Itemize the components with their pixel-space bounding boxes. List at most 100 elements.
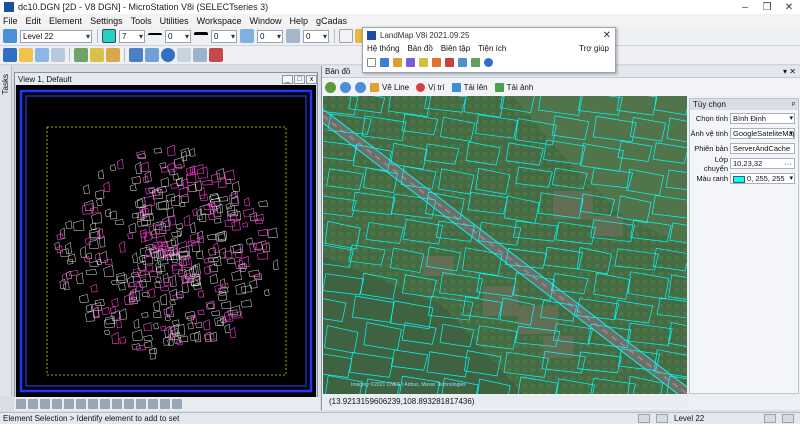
transparency-icon[interactable]: [240, 29, 254, 43]
zoom-in-icon[interactable]: [340, 81, 351, 93]
view-minimize-button[interactable]: _: [282, 74, 293, 84]
view-close-button[interactable]: x: [306, 74, 317, 84]
tuy-chon-panel: Tùy chọn ᵖ Chọn tỉnh Bình Định Ảnh vệ ti…: [689, 98, 799, 394]
settings-icon[interactable]: [419, 57, 428, 67]
transparency-combo[interactable]: 0: [257, 29, 283, 43]
globe-icon[interactable]: [380, 57, 389, 67]
tai-anh-button[interactable]: Tải ảnh: [494, 82, 533, 92]
lop-chuyen-field[interactable]: 10,23,32 ···: [730, 158, 795, 169]
parcel-outline: [171, 264, 183, 271]
grid-icon[interactable]: [406, 57, 415, 67]
view-previous-icon[interactable]: [124, 399, 134, 409]
menu-workspace[interactable]: Workspace: [197, 16, 242, 26]
layers-icon[interactable]: [432, 57, 441, 67]
parcel-outline: [94, 189, 105, 199]
new-file-icon[interactable]: [339, 29, 353, 43]
properties-icon[interactable]: [193, 48, 207, 62]
select-element-icon[interactable]: [3, 48, 17, 62]
view-next-icon[interactable]: [136, 399, 146, 409]
edit-icon[interactable]: [393, 57, 402, 67]
measure-icon[interactable]: [177, 48, 191, 62]
text-icon[interactable]: [445, 57, 454, 67]
update-view-icon[interactable]: [40, 399, 50, 409]
chon-tinh-select[interactable]: Bình Định: [730, 113, 795, 124]
landmap-close-button[interactable]: ✕: [603, 30, 611, 41]
image-icon[interactable]: [74, 48, 88, 62]
new-icon[interactable]: [367, 57, 376, 67]
view-maximize-button[interactable]: □: [294, 74, 305, 84]
vi-tri-button[interactable]: Vị trí: [416, 82, 445, 92]
menu-element[interactable]: Element: [49, 16, 82, 26]
status-cell-icon[interactable]: [764, 414, 776, 423]
toolbar-separator: [97, 29, 98, 43]
level-combo[interactable]: Level 22: [20, 29, 92, 43]
anh-ve-tinh-select[interactable]: GoogleSateliteMap: [730, 128, 795, 139]
line-weight-icon[interactable]: [194, 32, 208, 40]
style-combo[interactable]: 0: [165, 29, 191, 43]
phien-ban-field[interactable]: ServerAndCache: [730, 143, 795, 154]
table-icon[interactable]: [458, 57, 467, 67]
info-icon[interactable]: [161, 48, 175, 62]
copy-view-icon[interactable]: [148, 399, 158, 409]
window-area-icon[interactable]: [76, 399, 86, 409]
tai-len-button[interactable]: Tải lên: [451, 82, 488, 92]
landmap-menu-he-thong[interactable]: Hệ thống: [367, 44, 399, 53]
landmap-menu-tro-giup[interactable]: Trợ giúp: [579, 44, 609, 53]
pin-icon[interactable]: ▾ ✕: [783, 67, 796, 76]
landmap-menu-tien-ich[interactable]: Tiện ích: [478, 44, 506, 53]
satellite-map-view[interactable]: Imagery ©2021 CNES / Airbus, Maxar Techn…: [323, 96, 687, 394]
camera-icon[interactable]: [172, 399, 182, 409]
status-cell-icon[interactable]: [782, 414, 794, 423]
priority-combo[interactable]: 0: [303, 29, 329, 43]
ellipsis-button[interactable]: ···: [785, 159, 793, 168]
view-rotate-icon[interactable]: [35, 48, 49, 62]
view-attributes-icon[interactable]: [16, 399, 26, 409]
color-combo[interactable]: 7: [119, 29, 145, 43]
menu-utilities[interactable]: Utilities: [160, 16, 189, 26]
lock-icon[interactable]: [638, 414, 650, 423]
menu-settings[interactable]: Settings: [90, 16, 123, 26]
menu-file[interactable]: File: [3, 16, 18, 26]
menu-edit[interactable]: Edit: [26, 16, 42, 26]
priority-icon[interactable]: [286, 29, 300, 43]
pan-view-icon[interactable]: [112, 399, 122, 409]
landmap-menu-ban-do[interactable]: Bản đồ: [407, 44, 432, 53]
delete-icon[interactable]: [209, 48, 223, 62]
menu-gcadas[interactable]: gCadas: [316, 16, 347, 26]
ve-line-button[interactable]: Vẽ Line: [370, 82, 409, 92]
fit-view-icon[interactable]: [88, 399, 98, 409]
line-style-icon[interactable]: [148, 33, 162, 39]
minimize-button[interactable]: –: [734, 2, 756, 13]
menu-help[interactable]: Help: [290, 16, 309, 26]
landmap-menu: Hệ thống Bản đồ Biên tập Tiện ích Trợ gi…: [363, 42, 615, 55]
landmap-menu-bien-tap[interactable]: Biên tập: [441, 44, 470, 53]
display-style-icon[interactable]: [28, 399, 38, 409]
weight-combo[interactable]: 0: [211, 29, 237, 43]
task-navigation-tab[interactable]: Tasks: [0, 66, 12, 396]
close-button[interactable]: ✕: [778, 2, 800, 13]
parcel-outline: [78, 294, 89, 303]
views-icon[interactable]: [51, 48, 65, 62]
zoom-out-icon[interactable]: [64, 399, 74, 409]
rotate-view-icon[interactable]: [100, 399, 110, 409]
refresh-icon[interactable]: [325, 81, 336, 93]
map-icon[interactable]: [471, 57, 480, 67]
toggle-tool-icon[interactable]: [160, 399, 170, 409]
menu-tools[interactable]: Tools: [131, 16, 152, 26]
active-level-icon[interactable]: [3, 29, 17, 43]
drawing-canvas[interactable]: [16, 85, 316, 397]
snap-status-icon[interactable]: [656, 414, 668, 423]
level-display-icon[interactable]: [106, 48, 120, 62]
snap-icon[interactable]: [145, 48, 159, 62]
maximize-button[interactable]: ❐: [756, 2, 778, 13]
fence-icon[interactable]: [19, 48, 33, 62]
color-swatch-icon[interactable]: [102, 29, 116, 43]
info-icon[interactable]: [484, 57, 493, 67]
accudraw-icon[interactable]: [129, 48, 143, 62]
pin-icon[interactable]: ᵖ: [792, 100, 795, 109]
menu-window[interactable]: Window: [249, 16, 281, 26]
mau-ranh-select[interactable]: 0, 255, 255: [730, 173, 795, 184]
zoom-in-icon[interactable]: [52, 399, 62, 409]
level-manager-icon[interactable]: [90, 48, 104, 62]
zoom-out-icon[interactable]: [355, 81, 366, 93]
